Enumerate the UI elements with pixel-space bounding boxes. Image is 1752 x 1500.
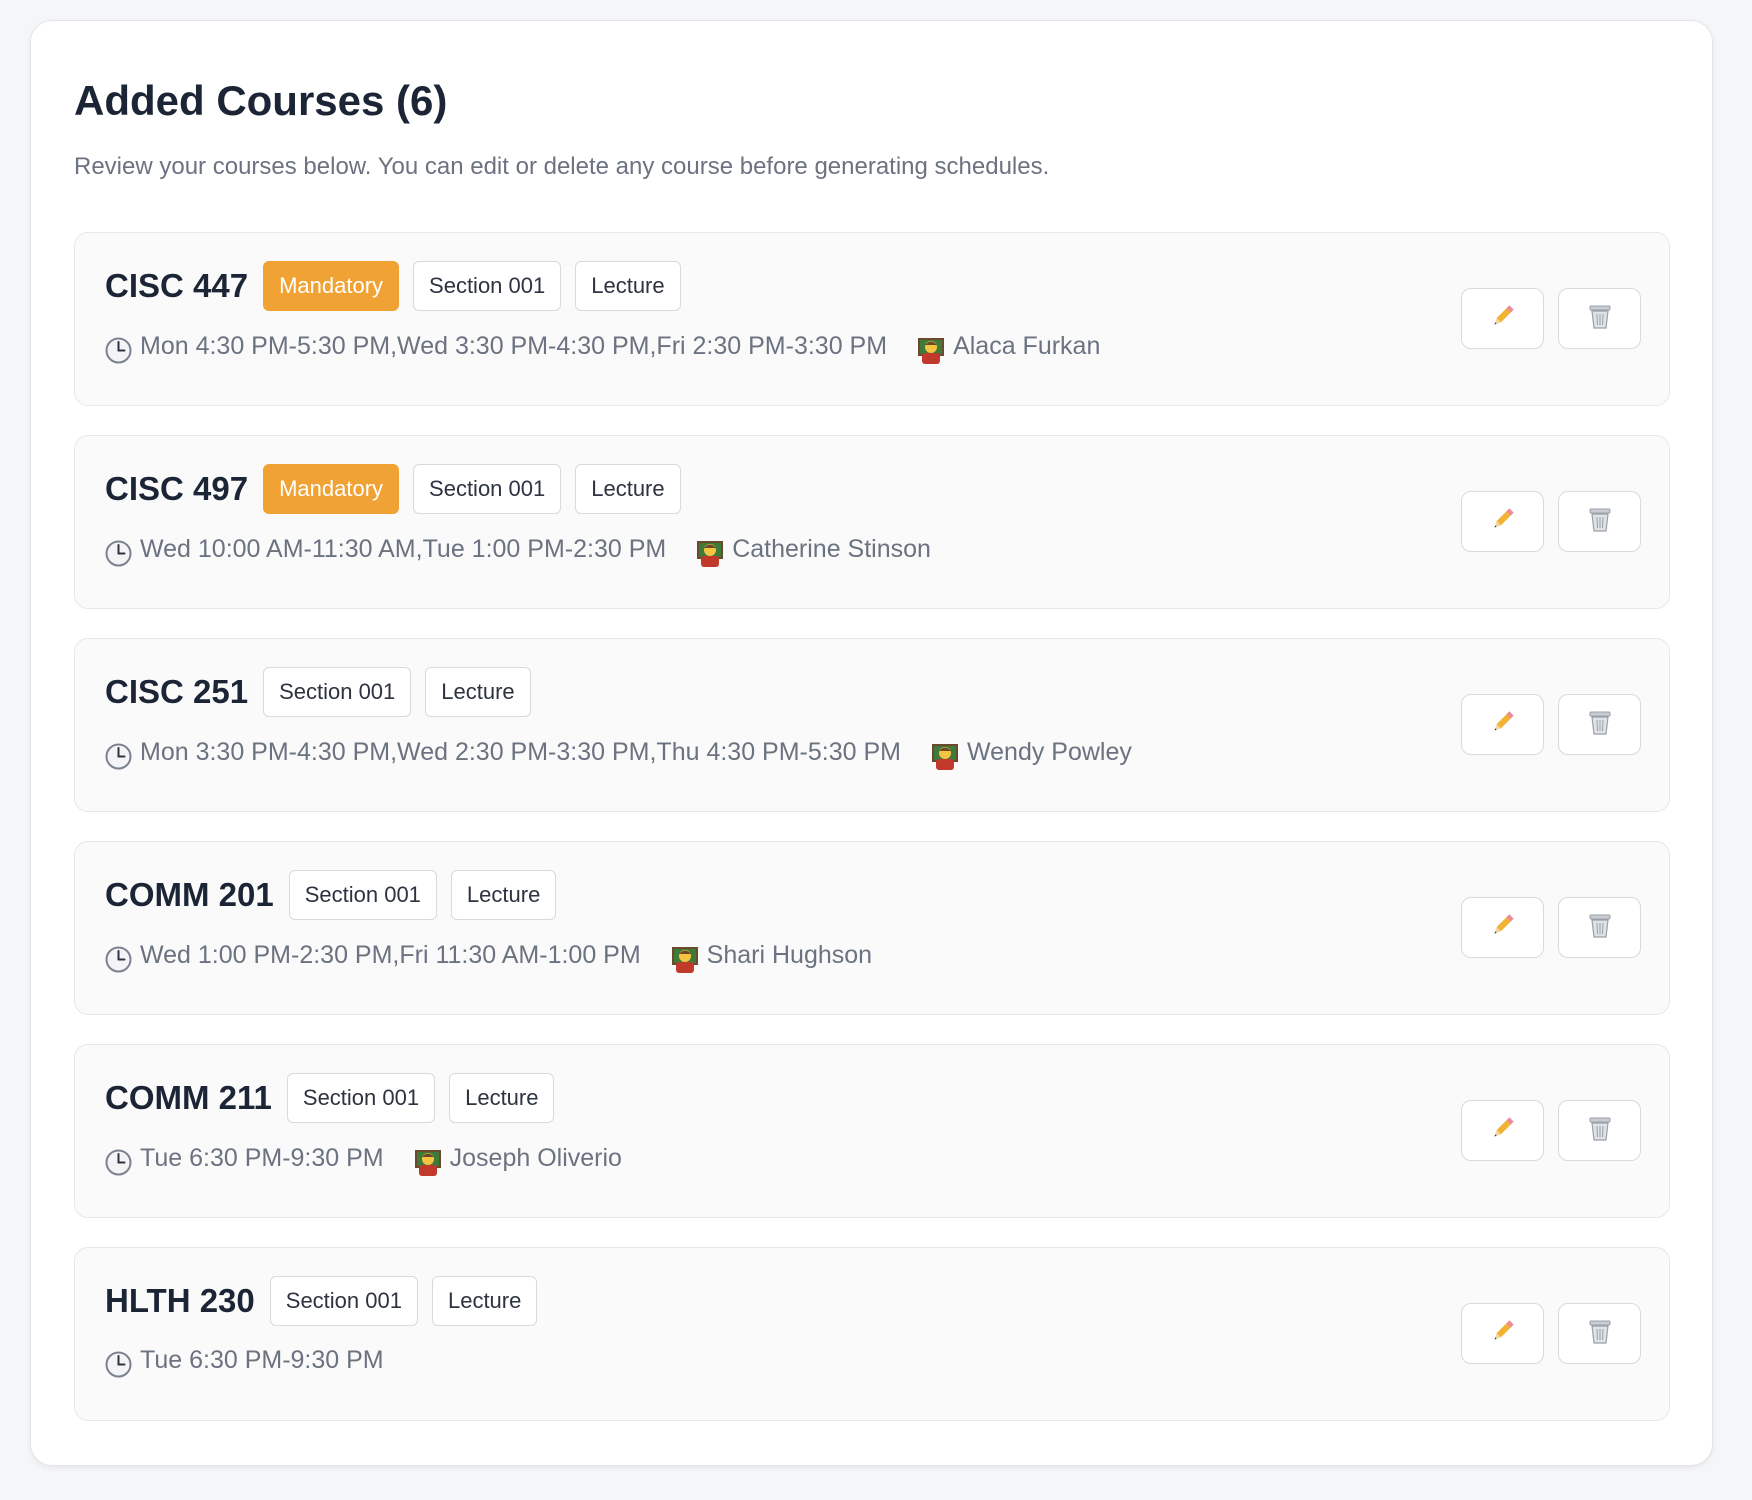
course-code: COMM 201 (105, 876, 274, 913)
instructor-name: Catherine Stinson (732, 534, 931, 563)
course-actions (1447, 694, 1641, 755)
course-meta: Wed 1:00 PM-2:30 PM,Fri 11:30 AM-1:00 PM… (105, 940, 873, 973)
delete-course-button[interactable] (1558, 897, 1641, 958)
course-meta: Tue 6:30 PM-9:30 PM Joseph Oliverio (105, 1143, 622, 1176)
course-actions (1447, 288, 1641, 349)
course-list: CISC 447 Mandatory Section 001 Lecture M… (74, 232, 1670, 1421)
course-card: COMM 201 Section 001 Lecture Wed 1:00 PM… (74, 841, 1670, 1015)
edit-course-button[interactable] (1461, 491, 1544, 552)
teacher-icon (414, 1147, 442, 1177)
teacher-icon (671, 944, 699, 974)
instructor-name: Alaca Furkan (953, 331, 1101, 360)
instructor-name: Joseph Oliverio (449, 1143, 622, 1172)
course-card: HLTH 230 Section 001 Lecture Tue 6:30 PM… (74, 1247, 1670, 1421)
clock-icon (105, 540, 132, 567)
page-subtitle: Review your courses below. You can edit … (74, 153, 1050, 180)
course-header: COMM 211 Section 001 Lecture (105, 1073, 568, 1123)
instructor-name: Shari Hughson (706, 940, 873, 969)
edit-course-button[interactable] (1461, 694, 1544, 755)
delete-course-button[interactable] (1558, 491, 1641, 552)
section-badge: Section 001 (263, 667, 412, 717)
course-times: Wed 1:00 PM-2:30 PM,Fri 11:30 AM-1:00 PM (140, 940, 641, 969)
course-times: Mon 4:30 PM-5:30 PM,Wed 3:30 PM-4:30 PM,… (140, 331, 888, 360)
trash-icon (1588, 1115, 1612, 1146)
edit-course-button[interactable] (1461, 1100, 1544, 1161)
course-header: CISC 497 Mandatory Section 001 Lecture (105, 464, 695, 514)
teacher-icon (696, 538, 724, 568)
pencil-icon (1490, 1318, 1516, 1349)
pencil-icon (1490, 1115, 1516, 1146)
course-times: Tue 6:30 PM-9:30 PM (140, 1143, 384, 1172)
section-badge: Section 001 (286, 1073, 436, 1123)
delete-course-button[interactable] (1558, 288, 1641, 349)
course-actions (1447, 897, 1641, 958)
type-badge: Lecture (425, 667, 531, 717)
course-actions (1447, 1303, 1641, 1364)
course-times: Wed 10:00 AM-11:30 AM,Tue 1:00 PM-2:30 P… (140, 534, 667, 563)
section-badge: Section 001 (413, 464, 562, 514)
teacher-icon (917, 335, 945, 365)
course-header: CISC 251 Section 001 Lecture (105, 667, 545, 717)
course-card: CISC 497 Mandatory Section 001 Lecture W… (74, 435, 1670, 609)
mandatory-badge: Mandatory (263, 261, 400, 311)
mandatory-badge: Mandatory (263, 464, 400, 514)
clock-icon (105, 1351, 132, 1378)
teacher-icon (931, 741, 959, 771)
course-code: HLTH 230 (105, 1282, 255, 1319)
edit-course-button[interactable] (1461, 1303, 1544, 1364)
course-meta: Wed 10:00 AM-11:30 AM,Tue 1:00 PM-2:30 P… (105, 534, 931, 567)
course-card: COMM 211 Section 001 Lecture Tue 6:30 PM… (74, 1044, 1670, 1218)
trash-icon (1588, 303, 1612, 334)
course-actions (1447, 491, 1641, 552)
course-times: Tue 6:30 PM-9:30 PM (140, 1346, 384, 1374)
edit-course-button[interactable] (1461, 288, 1544, 349)
delete-course-button[interactable] (1558, 1100, 1641, 1161)
pencil-icon (1490, 709, 1516, 740)
delete-course-button[interactable] (1558, 694, 1641, 755)
course-meta: Mon 3:30 PM-4:30 PM,Wed 2:30 PM-3:30 PM,… (105, 737, 1132, 770)
trash-icon (1588, 506, 1612, 537)
type-badge: Lecture (575, 464, 681, 514)
course-code: CISC 447 (105, 267, 249, 304)
pencil-icon (1490, 912, 1516, 943)
type-badge: Lecture (431, 1276, 538, 1326)
course-code: COMM 211 (105, 1079, 272, 1116)
course-actions (1447, 1100, 1641, 1161)
section-badge: Section 001 (269, 1276, 418, 1326)
type-badge: Lecture (575, 261, 681, 311)
course-code: CISC 497 (105, 470, 249, 507)
clock-icon (105, 1149, 132, 1176)
section-badge: Section 001 (413, 261, 562, 311)
course-meta: Mon 4:30 PM-5:30 PM,Wed 3:30 PM-4:30 PM,… (105, 331, 1101, 364)
page-title: Added Courses (6) (74, 77, 448, 124)
course-card: CISC 447 Mandatory Section 001 Lecture M… (74, 232, 1670, 406)
course-meta: Tue 6:30 PM-9:30 PM (105, 1346, 384, 1378)
trash-icon (1588, 709, 1612, 740)
edit-course-button[interactable] (1461, 897, 1544, 958)
added-courses-panel: Added Courses (6) Review your courses be… (30, 20, 1713, 1466)
course-header: CISC 447 Mandatory Section 001 Lecture (105, 261, 695, 311)
pencil-icon (1490, 303, 1516, 334)
course-card: CISC 251 Section 001 Lecture Mon 3:30 PM… (74, 638, 1670, 812)
clock-icon (105, 743, 132, 770)
delete-course-button[interactable] (1558, 1303, 1641, 1364)
clock-icon (105, 946, 132, 973)
type-badge: Lecture (450, 870, 557, 920)
section-badge: Section 001 (288, 870, 437, 920)
type-badge: Lecture (449, 1073, 555, 1123)
course-header: HLTH 230 Section 001 Lecture (105, 1276, 551, 1326)
course-header: COMM 201 Section 001 Lecture (105, 870, 570, 920)
trash-icon (1588, 912, 1612, 943)
course-code: CISC 251 (105, 673, 249, 710)
course-times: Mon 3:30 PM-4:30 PM,Wed 2:30 PM-3:30 PM,… (140, 737, 901, 766)
pencil-icon (1490, 506, 1516, 537)
clock-icon (105, 337, 132, 364)
instructor-name: Wendy Powley (967, 737, 1132, 766)
trash-icon (1588, 1318, 1612, 1349)
